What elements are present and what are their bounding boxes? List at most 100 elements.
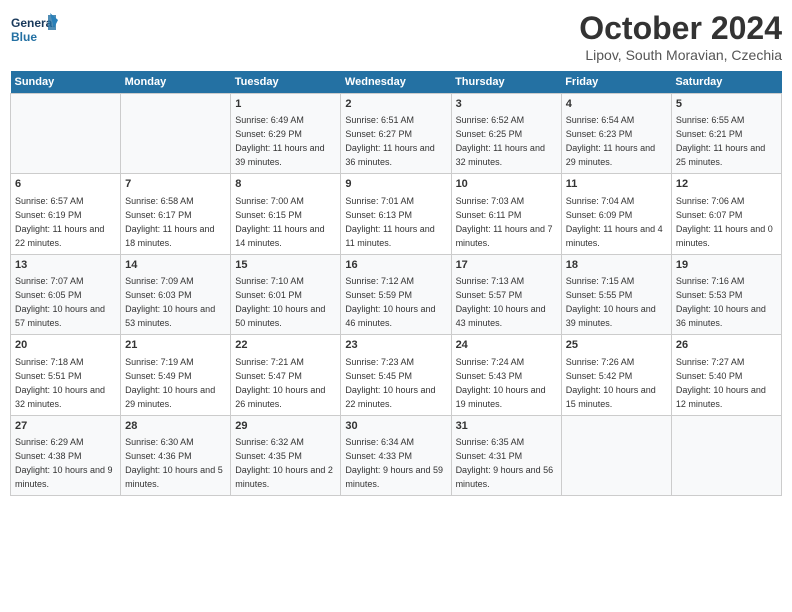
day-number: 16 — [345, 258, 446, 273]
day-number: 12 — [676, 177, 777, 192]
day-number: 19 — [676, 258, 777, 273]
header-saturday: Saturday — [671, 71, 781, 94]
calendar-cell: 16 Sunrise: 7:12 AM Sunset: 5:59 PM Dayli… — [341, 254, 451, 334]
day-number: 23 — [345, 338, 446, 353]
day-info: Sunrise: 7:12 AM Sunset: 5:59 PM Dayligh… — [345, 276, 435, 328]
day-number: 25 — [566, 338, 667, 353]
day-number: 31 — [456, 419, 557, 434]
week-row-1: 1Sunrise: 6:49 AM Sunset: 6:29 PM Daylig… — [11, 94, 782, 174]
day-info: Sunrise: 7:04 AM Sunset: 6:09 PM Dayligh… — [566, 196, 663, 248]
calendar-cell: 4Sunrise: 6:54 AM Sunset: 6:23 PM Daylig… — [561, 94, 671, 174]
header-monday: Monday — [121, 71, 231, 94]
calendar-cell: 21 Sunrise: 7:19 AM Sunset: 5:49 PM Dayli… — [121, 335, 231, 415]
day-number: 15 — [235, 258, 336, 273]
calendar-cell: 14 Sunrise: 7:09 AM Sunset: 6:03 PM Dayli… — [121, 254, 231, 334]
week-row-2: 6 Sunrise: 6:57 AM Sunset: 6:19 PM Daylig… — [11, 174, 782, 254]
day-info: Sunrise: 6:57 AM Sunset: 6:19 PM Dayligh… — [15, 196, 104, 248]
logo-svg: General Blue — [10, 10, 60, 50]
calendar-cell: 29 Sunrise: 6:32 AM Sunset: 4:35 PM Dayli… — [231, 415, 341, 495]
calendar-cell: 26Sunrise: 7:27 AM Sunset: 5:40 PM Dayli… — [671, 335, 781, 415]
day-number: 20 — [15, 338, 116, 353]
day-info: Sunrise: 7:26 AM Sunset: 5:42 PM Dayligh… — [566, 357, 656, 409]
day-number: 10 — [456, 177, 557, 192]
day-number: 11 — [566, 177, 667, 192]
day-number: 9 — [345, 177, 446, 192]
day-number: 14 — [125, 258, 226, 273]
calendar-cell: 5Sunrise: 6:55 AM Sunset: 6:21 PM Daylig… — [671, 94, 781, 174]
calendar-table: SundayMondayTuesdayWednesdayThursdayFrid… — [10, 71, 782, 496]
calendar-cell: 19 Sunrise: 7:16 AM Sunset: 5:53 PM Dayli… — [671, 254, 781, 334]
calendar-cell: 12 Sunrise: 7:06 AM Sunset: 6:07 PM Dayli… — [671, 174, 781, 254]
calendar-cell: 15Sunrise: 7:10 AM Sunset: 6:01 PM Dayli… — [231, 254, 341, 334]
day-number: 22 — [235, 338, 336, 353]
calendar-cell: 9 Sunrise: 7:01 AM Sunset: 6:13 PM Daylig… — [341, 174, 451, 254]
calendar-cell: 28 Sunrise: 6:30 AM Sunset: 4:36 PM Dayli… — [121, 415, 231, 495]
day-info: Sunrise: 7:03 AM Sunset: 6:11 PM Dayligh… — [456, 196, 553, 248]
calendar-cell: 1Sunrise: 6:49 AM Sunset: 6:29 PM Daylig… — [231, 94, 341, 174]
day-number: 3 — [456, 97, 557, 112]
calendar-cell: 30Sunrise: 6:34 AM Sunset: 4:33 PM Dayli… — [341, 415, 451, 495]
day-info: Sunrise: 6:52 AM Sunset: 6:25 PM Dayligh… — [456, 115, 545, 167]
day-number: 5 — [676, 97, 777, 112]
calendar-cell: 7Sunrise: 6:58 AM Sunset: 6:17 PM Daylig… — [121, 174, 231, 254]
day-info: Sunrise: 6:29 AM Sunset: 4:38 PM Dayligh… — [15, 437, 113, 489]
day-number: 13 — [15, 258, 116, 273]
day-info: Sunrise: 6:51 AM Sunset: 6:27 PM Dayligh… — [345, 115, 434, 167]
calendar-header-row: SundayMondayTuesdayWednesdayThursdayFrid… — [11, 71, 782, 94]
calendar-cell: 8 Sunrise: 7:00 AM Sunset: 6:15 PM Daylig… — [231, 174, 341, 254]
day-number: 2 — [345, 97, 446, 112]
day-info: Sunrise: 7:15 AM Sunset: 5:55 PM Dayligh… — [566, 276, 656, 328]
calendar-cell: 25 Sunrise: 7:26 AM Sunset: 5:42 PM Dayli… — [561, 335, 671, 415]
day-info: Sunrise: 7:21 AM Sunset: 5:47 PM Dayligh… — [235, 357, 325, 409]
svg-text:Blue: Blue — [11, 30, 37, 44]
calendar-cell: 24 Sunrise: 7:24 AM Sunset: 5:43 PM Dayli… — [451, 335, 561, 415]
day-number: 17 — [456, 258, 557, 273]
day-info: Sunrise: 7:01 AM Sunset: 6:13 PM Dayligh… — [345, 196, 434, 248]
day-number: 24 — [456, 338, 557, 353]
day-info: Sunrise: 7:19 AM Sunset: 5:49 PM Dayligh… — [125, 357, 215, 409]
calendar-cell: 20 Sunrise: 7:18 AM Sunset: 5:51 PM Dayli… — [11, 335, 121, 415]
day-info: Sunrise: 7:13 AM Sunset: 5:57 PM Dayligh… — [456, 276, 546, 328]
day-number: 28 — [125, 419, 226, 434]
header-tuesday: Tuesday — [231, 71, 341, 94]
day-info: Sunrise: 7:27 AM Sunset: 5:40 PM Dayligh… — [676, 357, 766, 409]
day-number: 7 — [125, 177, 226, 192]
calendar-cell: 13 Sunrise: 7:07 AM Sunset: 6:05 PM Dayli… — [11, 254, 121, 334]
location-title: Lipov, South Moravian, Czechia — [579, 47, 782, 63]
day-number: 6 — [15, 177, 116, 192]
day-info: Sunrise: 7:16 AM Sunset: 5:53 PM Dayligh… — [676, 276, 766, 328]
day-number: 8 — [235, 177, 336, 192]
calendar-cell: 10 Sunrise: 7:03 AM Sunset: 6:11 PM Dayli… — [451, 174, 561, 254]
calendar-cell: 23 Sunrise: 7:23 AM Sunset: 5:45 PM Dayli… — [341, 335, 451, 415]
day-info: Sunrise: 7:18 AM Sunset: 5:51 PM Dayligh… — [15, 357, 105, 409]
day-info: Sunrise: 7:24 AM Sunset: 5:43 PM Dayligh… — [456, 357, 546, 409]
header-thursday: Thursday — [451, 71, 561, 94]
calendar-cell: 3 Sunrise: 6:52 AM Sunset: 6:25 PM Daylig… — [451, 94, 561, 174]
day-info: Sunrise: 7:23 AM Sunset: 5:45 PM Dayligh… — [345, 357, 435, 409]
day-info: Sunrise: 7:06 AM Sunset: 6:07 PM Dayligh… — [676, 196, 773, 248]
page-header: General Blue October 2024 Lipov, South M… — [10, 10, 782, 63]
header-wednesday: Wednesday — [341, 71, 451, 94]
calendar-cell: 11 Sunrise: 7:04 AM Sunset: 6:09 PM Dayli… — [561, 174, 671, 254]
day-number: 30 — [345, 419, 446, 434]
day-info: Sunrise: 7:07 AM Sunset: 6:05 PM Dayligh… — [15, 276, 105, 328]
day-info: Sunrise: 6:30 AM Sunset: 4:36 PM Dayligh… — [125, 437, 223, 489]
calendar-cell: 27 Sunrise: 6:29 AM Sunset: 4:38 PM Dayli… — [11, 415, 121, 495]
calendar-cell: 6 Sunrise: 6:57 AM Sunset: 6:19 PM Daylig… — [11, 174, 121, 254]
day-info: Sunrise: 7:09 AM Sunset: 6:03 PM Dayligh… — [125, 276, 215, 328]
day-info: Sunrise: 6:35 AM Sunset: 4:31 PM Dayligh… — [456, 437, 554, 489]
week-row-4: 20 Sunrise: 7:18 AM Sunset: 5:51 PM Dayli… — [11, 335, 782, 415]
day-info: Sunrise: 6:54 AM Sunset: 6:23 PM Dayligh… — [566, 115, 655, 167]
header-friday: Friday — [561, 71, 671, 94]
day-number: 27 — [15, 419, 116, 434]
calendar-cell: 18Sunrise: 7:15 AM Sunset: 5:55 PM Dayli… — [561, 254, 671, 334]
calendar-cell: 2 Sunrise: 6:51 AM Sunset: 6:27 PM Daylig… — [341, 94, 451, 174]
week-row-5: 27 Sunrise: 6:29 AM Sunset: 4:38 PM Dayli… — [11, 415, 782, 495]
day-info: Sunrise: 6:32 AM Sunset: 4:35 PM Dayligh… — [235, 437, 333, 489]
calendar-cell — [561, 415, 671, 495]
logo: General Blue — [10, 10, 60, 50]
day-number: 29 — [235, 419, 336, 434]
month-title: October 2024 — [579, 10, 782, 47]
day-info: Sunrise: 7:00 AM Sunset: 6:15 PM Dayligh… — [235, 196, 324, 248]
day-number: 21 — [125, 338, 226, 353]
